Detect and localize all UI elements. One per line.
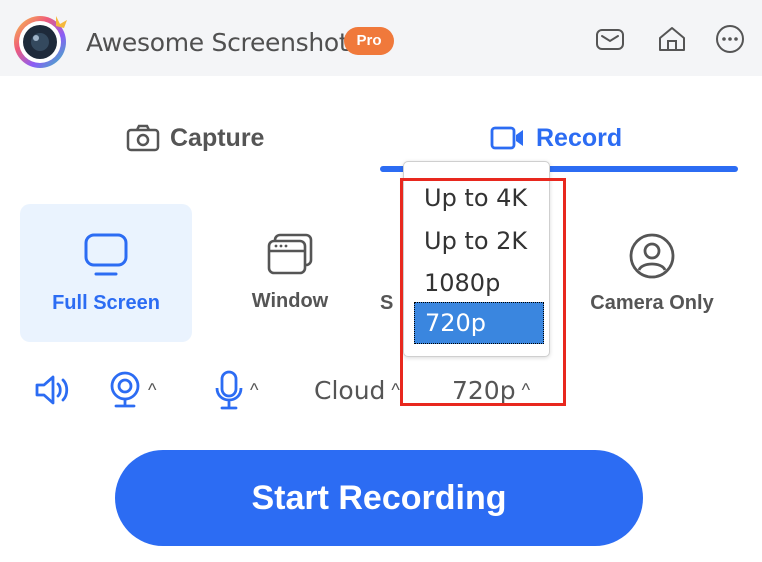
home-icon[interactable] xyxy=(656,23,688,55)
monitor-icon xyxy=(84,233,128,276)
mode-region-label[interactable]: S xyxy=(380,292,393,315)
pro-badge[interactable]: Pro xyxy=(344,27,394,55)
mode-camera-only-label: Camera Only xyxy=(590,292,714,314)
tab-capture[interactable]: Capture xyxy=(126,118,264,158)
tab-record[interactable]: Record xyxy=(490,118,622,158)
webcam-selector[interactable]: ^ xyxy=(108,366,156,414)
app-logo-icon xyxy=(14,16,67,68)
window-icon xyxy=(267,233,313,275)
mode-window-label: Window xyxy=(251,290,329,312)
chevron-up-icon: ^ xyxy=(250,379,259,400)
webcam-icon xyxy=(110,371,140,408)
annotation-highlight-box xyxy=(400,178,566,406)
storage-value: Cloud xyxy=(314,375,386,405)
start-recording-button[interactable]: Start Recording xyxy=(115,450,643,546)
recording-settings-bar: ^ ^ Cloud ^ 720p ^ xyxy=(0,366,762,414)
microphone-selector[interactable]: ^ xyxy=(214,366,258,414)
microphone-icon xyxy=(215,370,243,410)
app-header: Awesome Screenshot Pro xyxy=(0,0,762,76)
mode-camera-only[interactable]: Camera Only xyxy=(566,204,738,342)
video-icon xyxy=(490,126,523,150)
mode-full-screen-label: Full Screen xyxy=(52,292,160,314)
tab-record-label: Record xyxy=(536,123,623,152)
more-icon[interactable] xyxy=(714,23,746,55)
chevron-up-icon: ^ xyxy=(391,379,400,400)
mail-icon[interactable] xyxy=(594,23,626,55)
chevron-up-icon: ^ xyxy=(148,379,157,400)
camera-icon xyxy=(126,124,160,152)
tab-capture-label: Capture xyxy=(170,123,265,152)
speaker-icon xyxy=(35,375,69,405)
user-icon xyxy=(629,233,675,279)
mode-window[interactable]: Window xyxy=(204,204,376,342)
storage-selector[interactable]: Cloud ^ xyxy=(314,366,400,414)
audio-toggle[interactable] xyxy=(34,366,70,414)
mode-full-screen[interactable]: Full Screen xyxy=(20,204,192,342)
app-title: Awesome Screenshot xyxy=(86,28,349,57)
